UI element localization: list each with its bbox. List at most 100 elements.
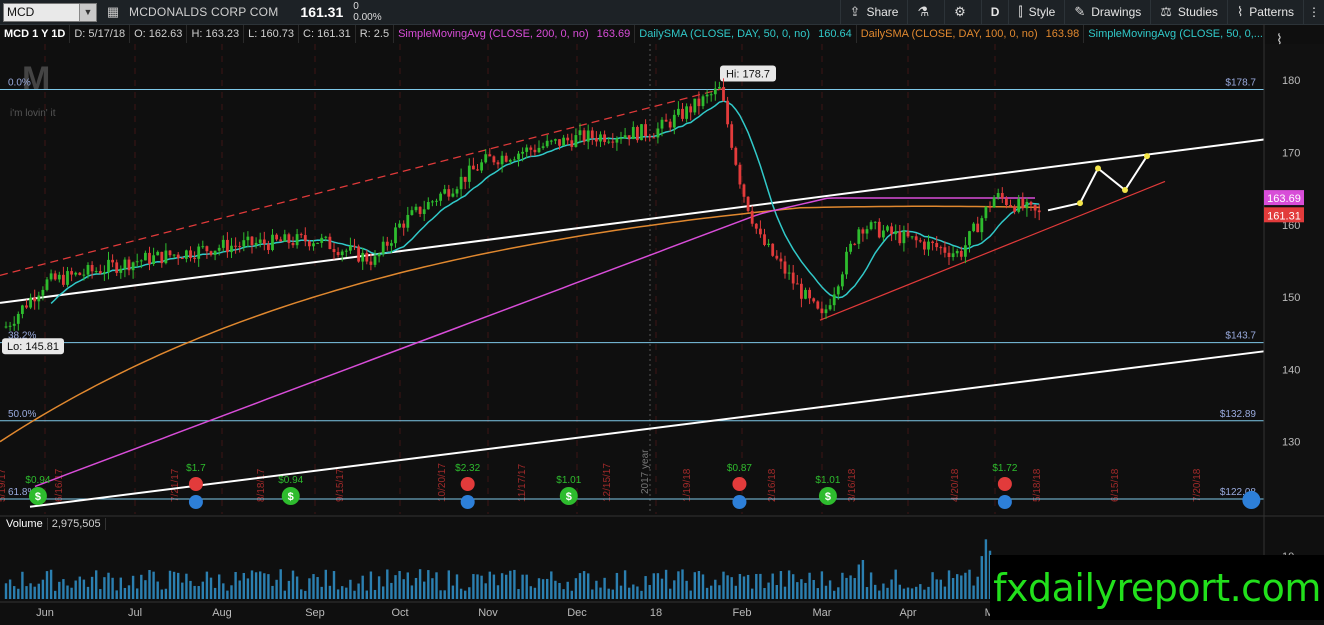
volume-bar — [13, 586, 16, 599]
volume-bar — [525, 574, 528, 599]
candle-body — [767, 243, 770, 245]
candle-body — [668, 121, 672, 128]
candle-body — [250, 236, 254, 246]
volume-bar — [386, 569, 389, 599]
volume-bar — [414, 577, 418, 599]
candle-body — [172, 254, 176, 256]
candle-body — [455, 189, 459, 194]
drawings-button[interactable]: ✎ Drawings — [1064, 0, 1150, 24]
candle-body — [271, 234, 274, 250]
volume-bar — [312, 574, 315, 599]
candle-body — [939, 247, 943, 249]
volume-bar — [45, 571, 49, 599]
volume-bar — [541, 579, 545, 599]
volume-label: Volume 2,975,505 — [2, 518, 106, 530]
patterns-button[interactable]: ⌇ Patterns — [1226, 0, 1303, 24]
volume-bar — [939, 579, 942, 599]
candle-body — [660, 119, 664, 129]
candle-body — [193, 257, 196, 259]
scale-icon: ⌇ — [1276, 31, 1283, 47]
chart-area[interactable]: 2017 year 5/19/17 6/16/17 7/21/17 8/18/17 9/1… — [0, 24, 1324, 620]
candle-body — [529, 147, 533, 150]
more-button[interactable]: ⋮ — [1303, 0, 1324, 24]
candle-body — [857, 229, 861, 244]
candle-body — [242, 240, 246, 247]
volume-bar — [140, 574, 143, 599]
volume-bar — [701, 574, 705, 599]
candle-body — [226, 239, 229, 253]
candle-body — [377, 253, 381, 257]
volume-bar — [771, 573, 774, 599]
flask-button[interactable]: ⚗ — [907, 0, 944, 24]
candle-body — [336, 252, 340, 256]
grid-icon[interactable]: ▦ — [105, 4, 121, 20]
studies-button[interactable]: ⚖ Studies — [1150, 0, 1227, 24]
volume-bar — [172, 571, 176, 599]
volume-bar — [648, 584, 651, 599]
candle-body — [312, 243, 315, 247]
candle-body — [422, 209, 426, 214]
volume-bar — [533, 587, 537, 599]
volume-bar — [82, 579, 86, 599]
candle-body — [500, 155, 504, 165]
volume-bar — [554, 580, 557, 599]
volume-bar — [779, 571, 783, 599]
candle-body — [972, 223, 975, 232]
settings-button[interactable]: ⚙ — [944, 0, 981, 24]
candle-body — [693, 98, 697, 113]
volume-bar — [570, 590, 573, 599]
symbol-box[interactable]: ▼ — [3, 2, 97, 22]
candle-body — [230, 245, 233, 253]
volume-bar — [644, 576, 647, 599]
candle-body — [894, 231, 898, 235]
candle-body — [779, 258, 783, 262]
candle-body — [800, 283, 803, 299]
studies-icon: ⚖ — [1160, 4, 1172, 19]
symbol-dropdown-icon[interactable]: ▼ — [79, 3, 96, 21]
date-tick-label: 11/17/17 — [517, 463, 528, 502]
candle-body — [734, 147, 738, 165]
candle-body — [746, 196, 750, 211]
price-chart[interactable]: 2017 year 5/19/17 6/16/17 7/21/17 8/18/17 9/1… — [0, 24, 1324, 620]
candle-body — [443, 189, 447, 194]
symbol-input[interactable] — [4, 4, 69, 20]
volume-bar — [279, 569, 282, 599]
candle-body — [996, 192, 1000, 198]
volume-bar — [537, 578, 541, 599]
projection-arrowhead — [1095, 165, 1101, 172]
month-label: Jul — [128, 607, 142, 619]
dividend-amount: $1.01 — [556, 475, 581, 486]
candle-body — [537, 147, 541, 153]
date-tick-label: 6/15/18 — [1110, 468, 1121, 502]
date-tick-label: 4/20/18 — [950, 468, 961, 502]
aggregation-button[interactable]: D — [980, 0, 1009, 24]
volume-bar — [632, 584, 635, 599]
candle-body — [8, 325, 12, 327]
earnings-icon — [732, 477, 747, 491]
volume-bar — [833, 590, 836, 599]
volume-bar — [90, 576, 94, 599]
volume-bar — [980, 556, 983, 599]
style-button[interactable]: ⫿ Style — [1008, 0, 1064, 24]
volume-bar — [369, 571, 373, 599]
candle-body — [53, 273, 57, 280]
volume-bar — [427, 570, 430, 599]
price-tick-label: 150 — [1282, 292, 1300, 304]
volume-bar — [886, 587, 889, 599]
volume-bar — [956, 574, 959, 599]
candle-body — [988, 206, 992, 208]
volume-bar — [283, 590, 286, 599]
volume-bar — [599, 587, 602, 599]
share-button[interactable]: ⇪ Share — [839, 0, 908, 24]
volume-bar — [607, 588, 610, 599]
candle-body — [705, 94, 709, 97]
volume-bar — [734, 585, 737, 599]
candle-body — [750, 210, 754, 224]
candle-body — [931, 241, 934, 244]
volume-bar — [156, 581, 159, 599]
volume-bar — [193, 585, 196, 599]
candle-body — [361, 252, 365, 262]
candle-body — [562, 137, 565, 146]
month-label: Apr — [899, 607, 916, 619]
candle-body — [205, 246, 209, 252]
